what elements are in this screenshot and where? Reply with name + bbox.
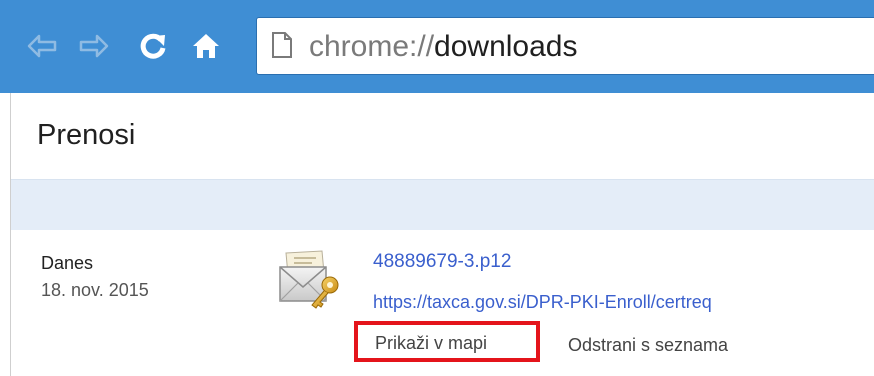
date-group-label: Danes xyxy=(41,253,94,273)
certificate-envelope-key-icon xyxy=(279,250,339,309)
home-button[interactable] xyxy=(186,22,226,70)
address-url: chrome://downloads xyxy=(309,29,577,65)
home-icon xyxy=(193,34,219,58)
forward-arrow-icon xyxy=(79,34,109,58)
page-icon xyxy=(272,32,292,58)
address-bar[interactable]: chrome://downloads xyxy=(256,17,874,75)
back-button[interactable] xyxy=(22,22,62,70)
browser-toolbar: chrome://downloads xyxy=(0,0,874,93)
remove-from-list-link[interactable]: Odstrani s seznama xyxy=(568,335,728,356)
downloads-page: Prenosi Danes 18. nov. 2015 48889679-3.p… xyxy=(10,93,874,376)
url-scheme: chrome:// xyxy=(309,30,435,63)
downloaded-file-link[interactable]: 48889679-3.p12 xyxy=(373,251,511,273)
reload-button[interactable] xyxy=(133,22,173,70)
show-in-folder-highlight: Prikaži v mapi xyxy=(354,321,540,362)
date-group-date: 18. nov. 2015 xyxy=(41,280,149,300)
download-source-link[interactable]: https://taxca.gov.si/DPR-PKI-Enroll/cert… xyxy=(373,292,712,313)
back-arrow-icon xyxy=(27,34,57,58)
forward-button[interactable] xyxy=(74,22,114,70)
url-host: downloads xyxy=(434,30,578,63)
toolbar-strip xyxy=(11,180,874,230)
show-in-folder-link[interactable]: Prikaži v mapi xyxy=(375,333,487,354)
page-title: Prenosi xyxy=(37,119,136,151)
reload-icon xyxy=(140,33,166,59)
